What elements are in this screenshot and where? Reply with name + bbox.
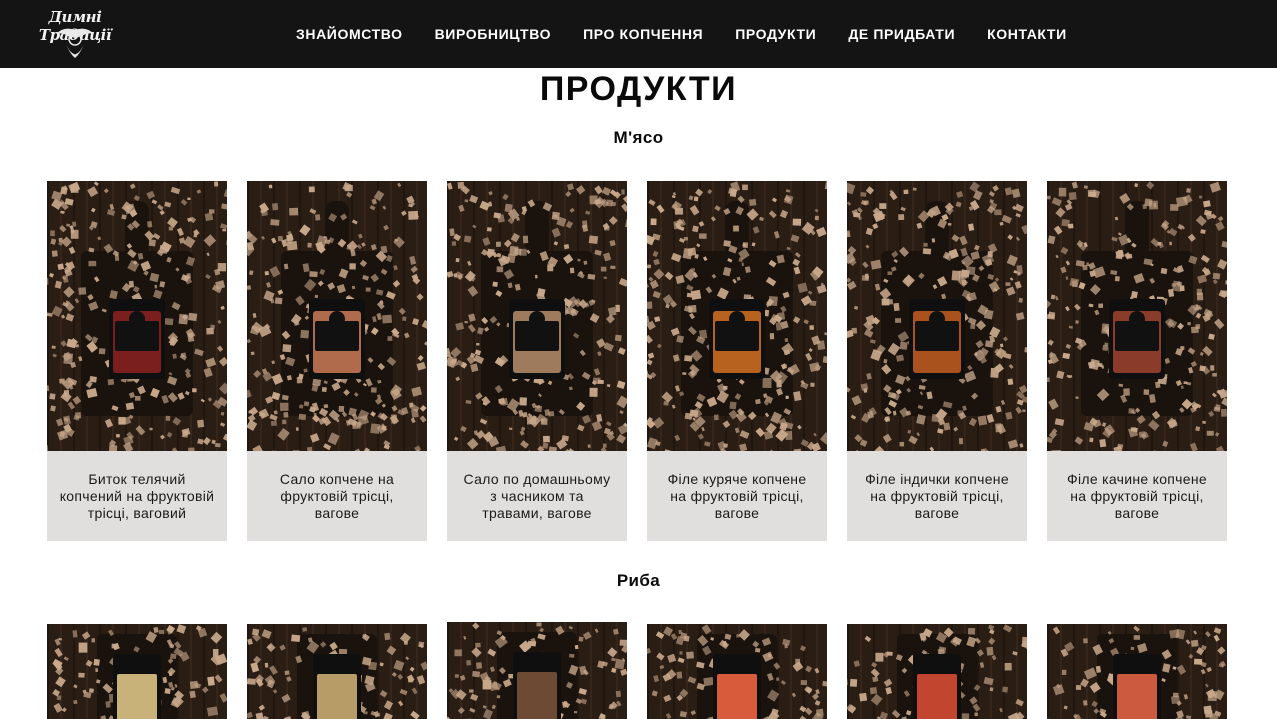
product-card[interactable]: Биток телячий копчений на фруктовій тріс…: [47, 181, 227, 541]
product-photo-art: [247, 624, 427, 719]
product-photo-art: [447, 622, 627, 719]
product-photo-art: [47, 624, 227, 719]
nav-item-products[interactable]: ПРОДУКТИ: [735, 26, 816, 42]
page-title: ПРОДУКТИ: [539, 70, 738, 108]
fish-product-photo[interactable]: [1047, 624, 1227, 719]
product-caption: Биток телячий копчений на фруктовій тріс…: [47, 451, 227, 541]
nav-item-about-smoking[interactable]: ПРО КОПЧЕННЯ: [583, 26, 703, 42]
product-photo-art: [447, 181, 627, 451]
section-title-meat: М'ясо: [613, 128, 664, 147]
product-photo: [1047, 181, 1227, 451]
nav-item-acquaintance[interactable]: ЗНАЙОМСТВО: [296, 26, 403, 42]
product-card[interactable]: Сало копчене на фруктовій трісці, вагове: [247, 181, 427, 541]
product-photo-art: [847, 624, 1027, 719]
main-nav: ЗНАЙОМСТВО ВИРОБНИЦТВО ПРО КОПЧЕННЯ ПРОД…: [280, 0, 1083, 68]
fish-product-photo[interactable]: [47, 624, 227, 719]
product-photo: [47, 181, 227, 451]
product-photo-art: [247, 181, 427, 451]
product-caption: Сало копчене на фруктовій трісці, вагове: [247, 451, 427, 541]
product-photo-art: [647, 624, 827, 719]
fish-product-photo[interactable]: [647, 624, 827, 719]
fish-product-photo[interactable]: [847, 624, 1027, 719]
product-card[interactable]: Філе індички копчене на фруктовій трісці…: [847, 181, 1027, 541]
section-title-fish: Риба: [616, 571, 661, 590]
product-photo-art: [47, 181, 227, 451]
product-photo: [447, 181, 627, 451]
product-photo-art: [1047, 181, 1227, 451]
fish-product-photo[interactable]: [447, 622, 627, 719]
product-caption: Сало по домашньому з часником та травами…: [447, 451, 627, 541]
nav-item-contacts[interactable]: КОНТАКТИ: [987, 26, 1067, 42]
product-photo-art: [647, 181, 827, 451]
product-photo: [847, 181, 1027, 451]
nav-item-production[interactable]: ВИРОБНИЦТВО: [435, 26, 551, 42]
product-caption: Філе індички копчене на фруктовій трісці…: [847, 451, 1027, 541]
product-photo-art: [847, 181, 1027, 451]
top-navigation-bar: Димні Традиції ЗНАЙОМСТВО ВИРОБНИЦТВО ПР…: [0, 0, 1277, 68]
product-card[interactable]: Сало по домашньому з часником та травами…: [447, 181, 627, 541]
product-photo-art: [1047, 624, 1227, 719]
fish-product-photo[interactable]: [247, 624, 427, 719]
bearded-man-logo-icon: [56, 28, 94, 58]
product-card[interactable]: Філе качине копчене на фруктовій трісці,…: [1047, 181, 1227, 541]
product-photo: [647, 181, 827, 451]
product-caption: Філе куряче копчене на фруктовій трісці,…: [647, 451, 827, 541]
nav-item-where-to-buy[interactable]: ДЕ ПРИДБАТИ: [848, 26, 955, 42]
product-photo: [247, 181, 427, 451]
product-card[interactable]: Філе куряче копчене на фруктовій трісці,…: [647, 181, 827, 541]
brand-logo[interactable]: Димні Традиції: [30, 2, 120, 64]
product-caption: Філе качине копчене на фруктовій трісці,…: [1047, 451, 1227, 541]
